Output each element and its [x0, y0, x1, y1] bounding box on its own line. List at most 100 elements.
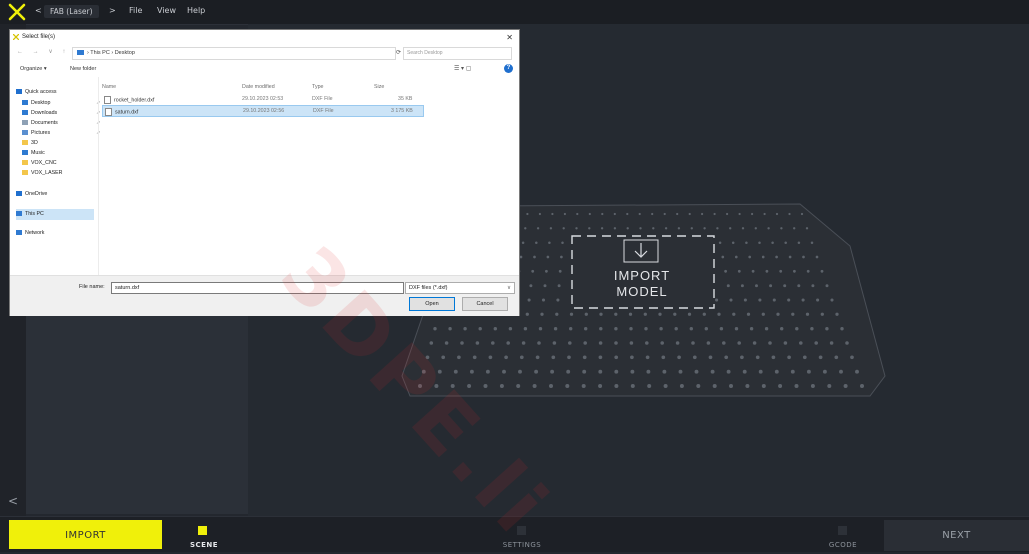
menu-help[interactable]: Help: [187, 6, 205, 15]
nav-item-vox-laser[interactable]: VOX_LASER: [22, 169, 63, 178]
bed-hole: [775, 212, 779, 216]
nav-item-3d[interactable]: 3D: [22, 139, 38, 148]
nav-arrows-icon[interactable]: ← → ∨ ↑: [17, 48, 69, 55]
bed-hole: [779, 269, 783, 273]
nav-back-button[interactable]: <: [35, 6, 42, 15]
nav-item-vox-cnc[interactable]: VOX_CNC: [22, 159, 57, 168]
column-date[interactable]: Date modified: [242, 84, 275, 90]
bed-hole: [600, 227, 604, 230]
bed-hole: [701, 212, 704, 216]
nav-item-label: VOX_CNC: [31, 160, 57, 166]
bed-hole: [731, 241, 735, 244]
bed-hole: [717, 312, 721, 316]
file-type-select[interactable]: DXF files (*.dxf) ∨: [405, 282, 515, 294]
view-options-icon[interactable]: ☰ ▾ ▢: [454, 65, 471, 72]
bed-hole: [840, 327, 844, 331]
bed-hole: [601, 212, 604, 216]
refresh-icon[interactable]: ⟳: [396, 49, 401, 56]
bed-hole: [519, 355, 524, 360]
navigation-pane: Quick access Desktop↗Downloads↗Documents↗…: [10, 77, 100, 275]
bed-hole: [788, 255, 792, 259]
bed-hole: [787, 355, 791, 360]
mode-selector[interactable]: FAB (Laser): [44, 5, 99, 18]
bed-hole: [529, 284, 533, 288]
file-row-selected[interactable]: saturn.dxf 29.10.2023 02:56 DXF File 3 1…: [102, 105, 424, 117]
bed-hole: [724, 355, 729, 360]
bed-hole: [810, 327, 814, 331]
bed-hole: [457, 355, 461, 360]
bed-hole: [613, 227, 617, 230]
column-type[interactable]: Type: [312, 84, 323, 90]
bed-hole: [626, 227, 629, 230]
nav-item-desktop[interactable]: Desktop↗: [22, 99, 100, 108]
bed-hole: [502, 369, 506, 374]
file-icon: [104, 96, 111, 104]
dialog-title-bar: Select file(s) ✕: [10, 30, 519, 44]
nav-item-downloads[interactable]: Downloads↗: [22, 109, 100, 118]
bed-hole: [535, 355, 540, 360]
address-row: ← → ∨ ↑ › This PC › Desktop ⟳ Search Des…: [10, 46, 519, 60]
nav-item-documents[interactable]: Documents↗: [22, 119, 100, 128]
bed-hole: [566, 369, 571, 374]
bed-hole: [563, 212, 566, 216]
file-row[interactable]: rocket_holder.dxf 29.10.2023 02:53 DXF F…: [102, 94, 422, 104]
nav-item-this-pc[interactable]: This PC: [16, 210, 44, 219]
bed-hole: [794, 384, 799, 388]
nav-item-onedrive[interactable]: OneDrive: [16, 190, 47, 199]
bed-hole: [716, 227, 719, 230]
bed-hole: [843, 384, 848, 388]
nav-item-music[interactable]: Music: [22, 149, 45, 158]
step-scene[interactable]: SCENE: [184, 541, 224, 549]
nav-item-network[interactable]: Network: [16, 229, 44, 238]
bed-hole: [726, 284, 730, 288]
step-gcode[interactable]: GCODE: [820, 541, 866, 549]
bed-hole: [504, 355, 508, 360]
open-button[interactable]: Open: [409, 297, 455, 311]
dialog-toolbar: Organize ▾ New folder ☰ ▾ ▢ ?: [10, 63, 519, 75]
menu-file[interactable]: File: [129, 6, 142, 15]
bed-hole: [421, 369, 426, 374]
search-input[interactable]: Search Desktop: [403, 47, 512, 60]
next-button[interactable]: NEXT: [884, 520, 1029, 551]
file-name: saturn.dxf: [115, 109, 139, 116]
column-size[interactable]: Size: [374, 84, 384, 90]
nav-item-label: Music: [31, 150, 45, 156]
app-logo-icon: [13, 34, 19, 40]
bed-hole: [526, 212, 529, 216]
address-bar[interactable]: › This PC › Desktop: [72, 47, 396, 60]
organize-button[interactable]: Organize ▾: [20, 66, 47, 72]
nav-item-pictures[interactable]: Pictures↗: [22, 129, 100, 138]
file-name-input[interactable]: saturn.dxf: [111, 282, 404, 294]
bed-hole: [448, 327, 452, 331]
import-button[interactable]: IMPORT: [9, 520, 162, 549]
panel-back-button[interactable]: <: [8, 494, 18, 508]
new-folder-button[interactable]: New folder: [70, 66, 96, 72]
bed-hole: [673, 312, 677, 316]
step-settings[interactable]: SETTINGS: [496, 541, 548, 549]
bed-hole: [771, 355, 776, 360]
menu-view[interactable]: View: [157, 6, 176, 15]
bed-hole: [630, 369, 635, 374]
bed-hole: [561, 241, 564, 244]
help-icon[interactable]: ?: [504, 64, 513, 73]
folder-icon: [22, 170, 28, 176]
bed-hole: [712, 384, 717, 388]
bed-hole: [758, 241, 761, 244]
bed-hole: [646, 369, 651, 374]
nav-forward-button[interactable]: >: [109, 6, 116, 15]
pane-divider[interactable]: [98, 77, 99, 275]
bed-hole: [453, 369, 458, 374]
bed-hole: [726, 212, 729, 216]
bed-hole: [855, 369, 859, 374]
close-icon[interactable]: ✕: [506, 31, 513, 45]
bed-hole: [568, 341, 572, 345]
nav-item-quick-access[interactable]: Quick access: [16, 88, 57, 97]
step-scene-marker: [198, 526, 207, 535]
cancel-button[interactable]: Cancel: [462, 297, 508, 311]
bed-hole: [521, 341, 526, 345]
bed-hole: [599, 312, 603, 316]
bed-hole: [677, 227, 681, 230]
column-name[interactable]: Name: [102, 84, 116, 90]
bed-hole: [598, 369, 603, 374]
bed-hole: [708, 355, 713, 360]
